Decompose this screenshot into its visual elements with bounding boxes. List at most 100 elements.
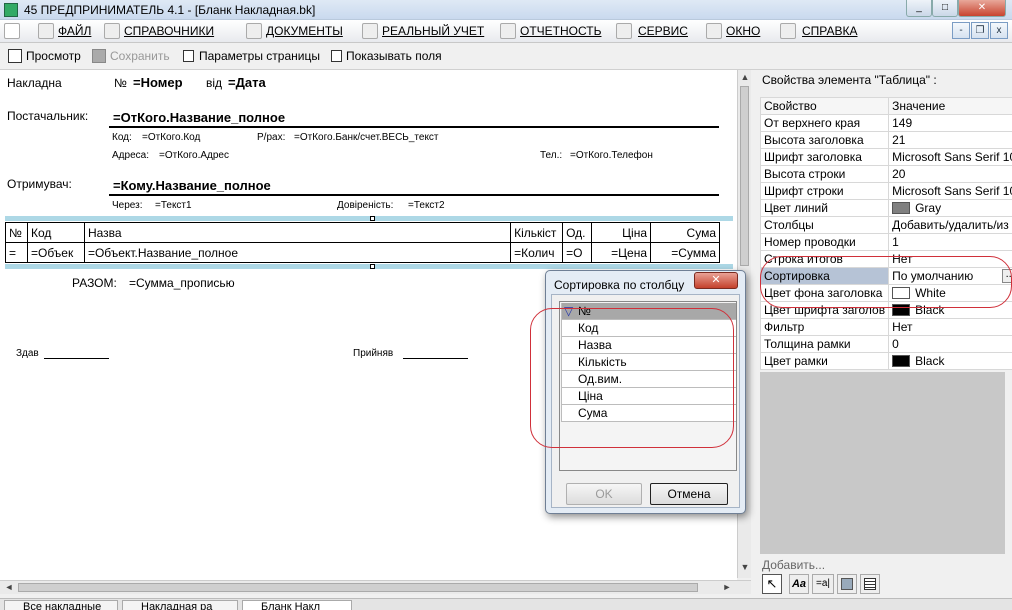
horizontal-scroll-thumb[interactable] <box>18 583 698 592</box>
accepted-label[interactable]: Прийняв <box>353 348 393 359</box>
property-value[interactable]: White <box>888 284 1012 302</box>
scroll-down-arrow[interactable]: ▼ <box>740 562 750 572</box>
menu-catalogs[interactable]: СПРАВОЧНИКИ <box>124 24 214 38</box>
menu-file[interactable]: ФАЙЛ <box>58 24 91 38</box>
property-row[interactable]: Номер проводки 1 <box>759 233 1012 251</box>
menu-service[interactable]: СЕРВИС <box>638 24 688 38</box>
resize-handle-top[interactable] <box>370 216 375 221</box>
list-item-selected[interactable]: ▽ № <box>561 303 736 320</box>
property-row[interactable]: Цвет линий Gray <box>759 199 1012 217</box>
property-value[interactable]: 20 <box>888 165 1012 183</box>
receiver-label[interactable]: Отримувач: <box>7 177 72 191</box>
property-value[interactable]: Black <box>888 301 1012 319</box>
minimize-button[interactable]: _ <box>906 0 932 17</box>
property-value[interactable]: 149 <box>888 114 1012 132</box>
list-item[interactable]: Ціна <box>561 388 736 405</box>
cancel-button[interactable]: Отмена <box>650 483 728 505</box>
task-item[interactable]: Накладная ра <box>122 600 238 610</box>
property-value[interactable]: 21 <box>888 131 1012 149</box>
menu-real-accounting[interactable]: РЕАЛЬНЫЙ УЧЕТ <box>382 24 484 38</box>
phone-label[interactable]: Тел.: <box>540 150 562 161</box>
resize-handle-bottom[interactable] <box>370 264 375 269</box>
maximize-button[interactable]: □ <box>932 0 958 17</box>
menu-help[interactable]: СПРАВКА <box>802 24 858 38</box>
menu-documents[interactable]: ДОКУМЕНТЫ <box>266 24 343 38</box>
dialog-close-button[interactable]: ✕ <box>694 272 738 289</box>
from-label[interactable]: від <box>206 76 222 90</box>
field-tool-icon[interactable]: =a| <box>812 574 834 594</box>
code-label[interactable]: Код: <box>112 132 132 143</box>
property-row[interactable]: Высота строки 20 <box>759 165 1012 183</box>
total-label[interactable]: РАЗОМ: <box>72 276 117 290</box>
property-value[interactable]: 0 <box>888 335 1012 353</box>
property-value[interactable]: Добавить/удалить/из <box>888 216 1012 234</box>
property-row[interactable]: Цвет шрифта заголов Black <box>759 301 1012 319</box>
property-value[interactable]: Gray <box>888 199 1012 217</box>
scroll-up-arrow[interactable]: ▲ <box>740 72 750 82</box>
properties-table[interactable]: Свойство Значение От верхнего края 149 Вы… <box>759 97 1012 370</box>
row-cell[interactable]: =Колич <box>510 242 564 263</box>
invoice-label[interactable]: Накладна <box>7 76 62 90</box>
property-row[interactable]: Высота заголовка 21 <box>759 131 1012 149</box>
number-label[interactable]: № <box>114 76 127 90</box>
property-row[interactable]: Фильтр Нет <box>759 318 1012 336</box>
list-item[interactable]: Назва <box>561 337 736 354</box>
list-item[interactable]: Код <box>561 320 736 337</box>
scroll-left-arrow[interactable]: ◄ <box>4 582 14 592</box>
save-button[interactable]: Сохранить <box>110 49 170 63</box>
page-params-button[interactable]: Параметры страницы <box>199 49 320 63</box>
header-cell[interactable]: Назва <box>83 222 512 243</box>
receiver-name-field[interactable]: =Кому.Название_полное <box>113 178 271 193</box>
scroll-right-arrow[interactable]: ► <box>722 582 732 592</box>
phone-field[interactable]: =ОтКого.Телефон <box>570 150 653 161</box>
property-row[interactable]: Цвет фона заголовка White <box>759 284 1012 302</box>
number-field[interactable]: =Номер <box>133 75 183 90</box>
pointer-tool-icon[interactable]: ↖ <box>762 574 782 594</box>
date-field[interactable]: =Дата <box>228 75 266 90</box>
task-item-active[interactable]: Бланк Накл <box>242 600 352 610</box>
property-row[interactable]: От верхнего края 149 <box>759 114 1012 132</box>
account-label[interactable]: Р/рах: <box>257 132 285 143</box>
items-table[interactable]: № Код Назва Кількіст Од. Ціна Сума = =Об… <box>5 222 720 263</box>
header-cell[interactable]: Сума <box>650 222 720 243</box>
row-cell[interactable]: =Объек <box>26 242 85 263</box>
text-tool-icon[interactable]: Aa <box>789 574 809 594</box>
sort-column-list[interactable]: ▽ № Код Назва Кількість Од.вим. Ціна Сум… <box>559 301 737 471</box>
show-fields-button[interactable]: Показывать поля <box>346 49 442 63</box>
address-label[interactable]: Адреса: <box>112 150 149 161</box>
preview-button[interactable]: Просмотр <box>26 49 81 63</box>
mdi-close-button[interactable]: x <box>990 22 1008 39</box>
property-value[interactable]: По умолчанию... <box>888 267 1012 285</box>
app-menu-icon[interactable] <box>4 23 20 39</box>
header-cell[interactable]: Код <box>26 222 85 243</box>
trust-field[interactable]: =Текст2 <box>408 200 445 211</box>
property-value[interactable]: Black <box>888 352 1012 370</box>
close-button[interactable]: ✕ <box>958 0 1006 17</box>
address-field[interactable]: =ОтКого.Адрес <box>159 150 229 161</box>
account-field[interactable]: =ОтКого.Банк/счет.ВЕСЬ_текст <box>294 132 439 143</box>
menu-window[interactable]: ОКНО <box>726 24 760 38</box>
ellipsis-button[interactable]: ... <box>1002 269 1012 283</box>
list-item[interactable]: Сума <box>561 405 736 422</box>
list-item[interactable]: Кількість <box>561 354 736 371</box>
row-cell[interactable]: =Цена <box>591 242 651 263</box>
canvas-horizontal-scrollbar[interactable]: ◄ ► <box>0 580 751 594</box>
code-field[interactable]: =ОтКого.Код <box>142 132 200 143</box>
gave-label[interactable]: Здав <box>16 348 39 359</box>
property-row[interactable]: Столбцы Добавить/удалить/из <box>759 216 1012 234</box>
mdi-minimize-button[interactable]: - <box>952 22 970 39</box>
property-value[interactable]: Нет <box>888 318 1012 336</box>
header-cell[interactable]: Ціна <box>591 222 651 243</box>
property-row[interactable]: Строка итогов Нет <box>759 250 1012 268</box>
property-row-selected[interactable]: СортировкаПо умолчанию... <box>759 267 1012 285</box>
via-field[interactable]: =Текст1 <box>155 200 192 211</box>
mdi-restore-button[interactable]: ❐ <box>971 22 989 39</box>
menu-reports[interactable]: ОТЧЕТНОСТЬ <box>520 24 601 38</box>
property-row[interactable]: Толщина рамки 0 <box>759 335 1012 353</box>
property-value[interactable]: Нет <box>888 250 1012 268</box>
property-row[interactable]: Шрифт строки Microsoft Sans Serif 10 <box>759 182 1012 200</box>
header-cell[interactable]: Од. <box>562 222 593 243</box>
trust-label[interactable]: Довіреність: <box>337 200 393 211</box>
row-cell[interactable]: = <box>5 242 28 263</box>
show-fields-checkbox[interactable] <box>331 50 342 62</box>
